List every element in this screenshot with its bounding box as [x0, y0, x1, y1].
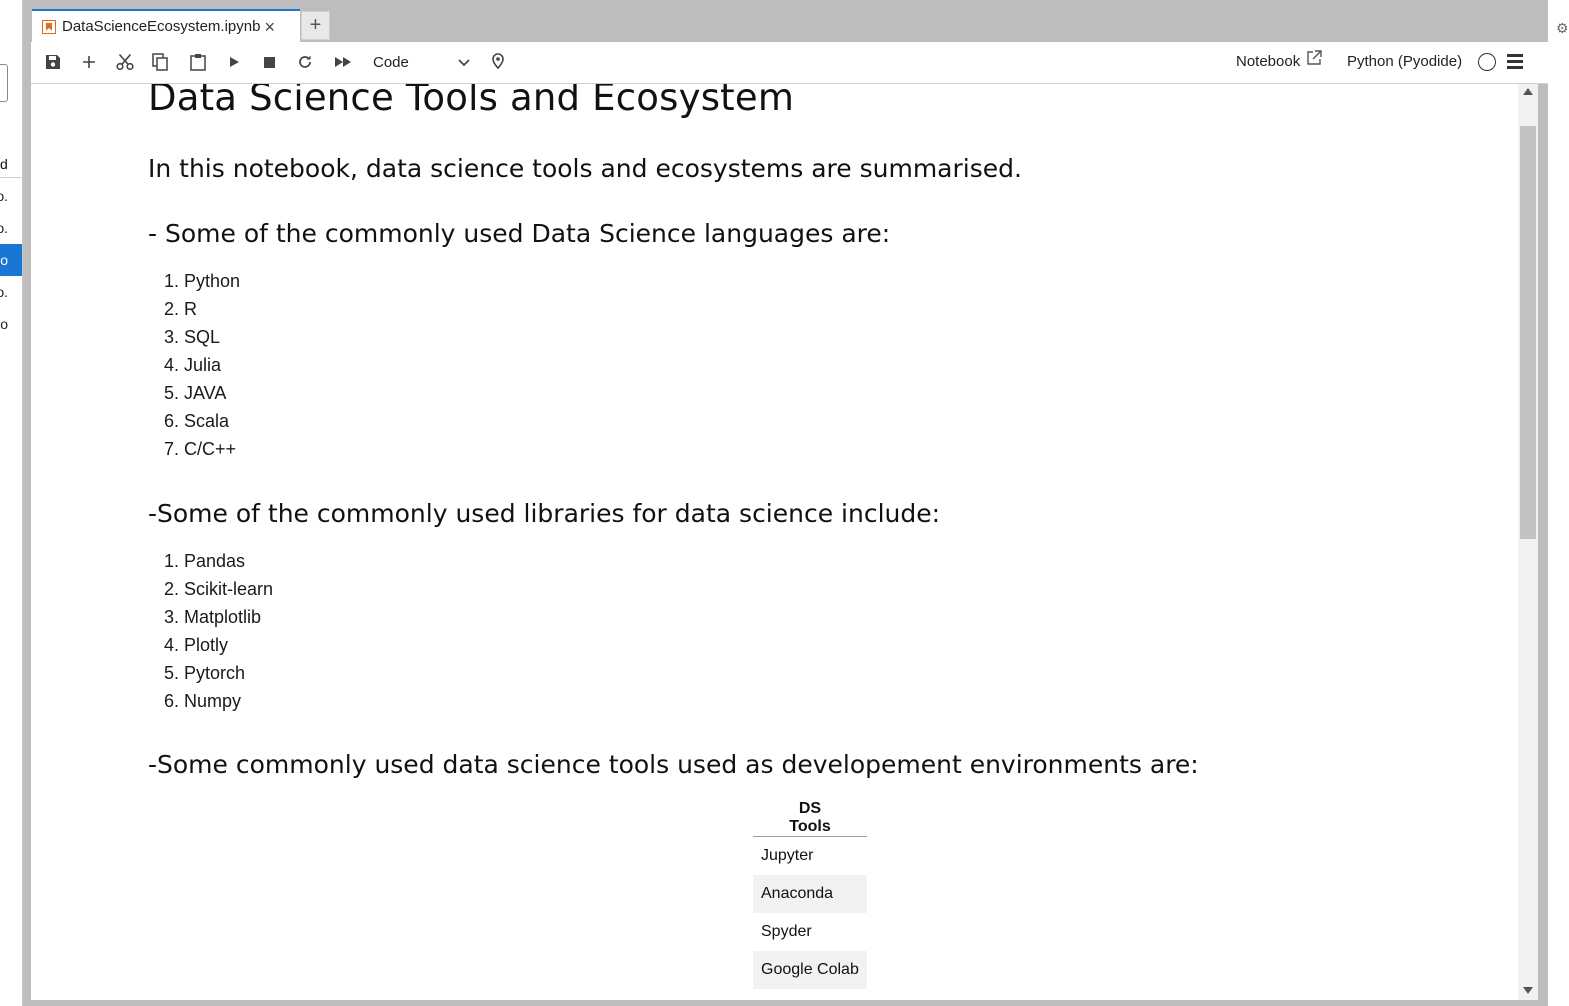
- file-list-item-label: o: [0, 316, 8, 332]
- save-button[interactable]: [38, 42, 68, 82]
- tab-bar: DataScienceEcosystem.ipynb × +: [31, 2, 1548, 42]
- open-in-notebook-button[interactable]: Notebook: [1236, 42, 1322, 82]
- cell-type-select[interactable]: Code: [365, 50, 473, 76]
- file-list-item-selected[interactable]: o: [0, 244, 22, 276]
- chevron-down-icon: [457, 50, 471, 85]
- list-item: 2. Scikit-learn: [164, 579, 274, 599]
- file-list-item[interactable]: o: [0, 308, 22, 340]
- table-header: DS Tools: [753, 800, 867, 837]
- list-item: 7. C/C++: [164, 439, 237, 459]
- intro-heading: In this notebook, data science tools and…: [148, 154, 1022, 183]
- cut-button[interactable]: [110, 42, 140, 82]
- stop-icon: [263, 56, 275, 68]
- vertical-scrollbar[interactable]: [1518, 84, 1538, 1000]
- table-row: Google Colab: [753, 950, 867, 989]
- ds-tools-table: DS Tools Jupyter Anaconda Spyder Google …: [753, 800, 867, 989]
- list-item: 3. Matplotlib: [164, 607, 262, 627]
- file-list-item[interactable]: o.: [0, 276, 22, 308]
- save-icon: [46, 55, 60, 69]
- notebook-label: Notebook: [1236, 53, 1301, 70]
- file-browser-header-label: d: [0, 156, 8, 172]
- pin-button[interactable]: [483, 42, 513, 82]
- add-cell-button[interactable]: [74, 42, 104, 82]
- list-item: 5. JAVA: [164, 383, 227, 403]
- libraries-list: 1. Pandas 2. Scikit-learn 3. Matplotlib …: [148, 547, 273, 715]
- list-item: 1. Python: [164, 271, 241, 291]
- pin-icon: [492, 53, 504, 70]
- table-cell: Anaconda: [753, 874, 867, 913]
- list-item: 2. R: [164, 299, 198, 319]
- languages-heading: - Some of the commonly used Data Science…: [148, 219, 891, 248]
- paste-icon: [190, 54, 206, 71]
- languages-list: 1. Python 2. R 3. SQL 4. Julia 5. JAVA 6…: [148, 267, 240, 463]
- scroll-up-arrow-icon[interactable]: [1523, 88, 1533, 95]
- notebook-content: Data Science Tools and Ecosystem In this…: [31, 84, 1518, 1000]
- run-cell-button[interactable]: [219, 42, 249, 82]
- restart-icon: [299, 55, 311, 68]
- kernel-name[interactable]: Python (Pyodide): [1347, 42, 1462, 82]
- scrollbar-thumb[interactable]: [1520, 126, 1536, 539]
- cell-type-value: Code: [373, 54, 409, 71]
- restart-run-all-button[interactable]: [328, 42, 358, 82]
- tools-heading: -Some commonly used data science tools u…: [148, 750, 1199, 779]
- close-icon[interactable]: ×: [264, 18, 275, 36]
- libraries-heading: -Some of the commonly used libraries for…: [148, 499, 941, 528]
- table-row: Spyder: [753, 913, 867, 951]
- list-item: 5. Pytorch: [164, 663, 246, 683]
- copy-icon: [151, 53, 168, 71]
- paste-button[interactable]: [183, 42, 213, 82]
- file-list-item-label: o.: [0, 284, 8, 300]
- run-icon: [230, 57, 239, 67]
- scroll-down-arrow-icon[interactable]: [1523, 987, 1533, 994]
- add-tab-button[interactable]: +: [301, 11, 330, 40]
- list-item: 3. SQL: [164, 327, 221, 347]
- notebook-title: Data Science Tools and Ecosystem: [148, 84, 795, 119]
- right-sidebar: [1548, 0, 1569, 1006]
- file-list-item[interactable]: o.: [0, 212, 22, 244]
- restart-kernel-button[interactable]: [290, 42, 320, 82]
- tab-title: DataScienceEcosystem.ipynb: [62, 18, 261, 35]
- file-list-item-label: o.: [0, 188, 8, 204]
- file-filter-input[interactable]: [0, 64, 8, 102]
- file-list-item-label: o.: [0, 220, 8, 236]
- notebook-panel: DataScienceEcosystem.ipynb × + Code Note…: [31, 2, 1548, 1002]
- tab-notebook[interactable]: DataScienceEcosystem.ipynb ×: [32, 9, 300, 42]
- add-cell-icon: [83, 56, 95, 68]
- table-cell: Spyder: [761, 922, 812, 940]
- external-link-icon: [1306, 42, 1322, 82]
- interrupt-kernel-button[interactable]: [254, 42, 284, 82]
- table-row: Jupyter: [753, 837, 867, 875]
- list-item: 6. Scala: [164, 411, 230, 431]
- table-row: Anaconda: [753, 874, 867, 913]
- file-list-item-label: o: [0, 252, 8, 268]
- table-cell: Jupyter: [761, 846, 814, 864]
- property-inspector-icon[interactable]: ⚙: [1556, 20, 1569, 37]
- file-browser-header[interactable]: d: [0, 152, 22, 178]
- menu-icon[interactable]: [1507, 54, 1523, 70]
- list-item: 6. Numpy: [164, 691, 242, 711]
- cut-icon: [116, 53, 134, 71]
- list-item: 4. Plotly: [164, 635, 229, 655]
- copy-button[interactable]: [145, 42, 175, 82]
- list-item: 1. Pandas: [164, 551, 246, 571]
- notebook-file-icon: [42, 19, 56, 34]
- table-cell: Google Colab: [753, 950, 867, 989]
- list-item: 4. Julia: [164, 355, 222, 375]
- file-browser-panel: d o. o. o o. o: [0, 0, 23, 1006]
- notebook-toolbar: Code Notebook Python (Pyodide): [31, 42, 1548, 84]
- run-all-icon: [335, 57, 351, 67]
- file-list-item[interactable]: o.: [0, 180, 22, 212]
- kernel-status-icon: [1478, 53, 1496, 71]
